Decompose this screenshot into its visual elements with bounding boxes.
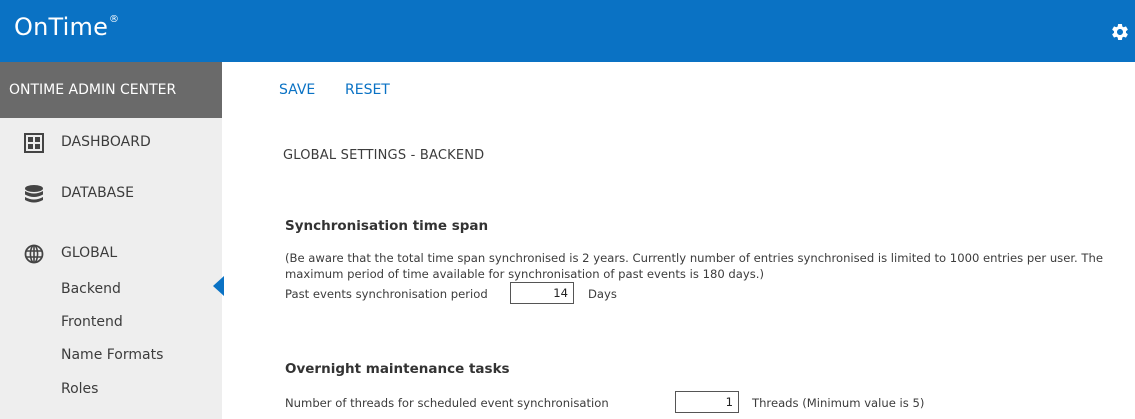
past-events-period-unit: Days [588,287,617,301]
maintenance-section-title: Overnight maintenance tasks [285,361,510,377]
sync-threads-label: Number of threads for scheduled event sy… [285,396,609,410]
reset-button[interactable]: RESET [345,82,390,98]
main-content: SAVE RESET GLOBAL SETTINGS - BACKEND Syn… [222,62,1135,419]
app-logo: OnTime® [14,13,119,41]
registered-mark: ® [109,14,120,25]
sidebar-item-dashboard[interactable]: DASHBOARD [0,126,222,160]
app-logo-text: OnTime [14,13,109,41]
sidebar-item-database[interactable]: DATABASE [0,177,222,211]
past-events-period-input[interactable] [510,282,574,304]
admin-center-header: ONTIME ADMIN CENTER [0,62,222,118]
page-title: GLOBAL SETTINGS - BACKEND [283,148,485,163]
sidebar: ONTIME ADMIN CENTER DASHBOARD DATABASE G… [0,62,224,419]
past-events-period-label: Past events synchronisation period [285,287,488,301]
sidebar-subitem-name-formats[interactable]: Name Formats [61,347,163,363]
sync-threads-input[interactable] [675,391,739,413]
sidebar-item-label: DASHBOARD [61,134,151,150]
dashboard-grid-icon [24,133,44,153]
sidebar-subitem-backend[interactable]: Backend [61,281,121,297]
top-bar: OnTime® [0,0,1135,62]
sidebar-subitem-frontend[interactable]: Frontend [61,314,123,330]
sync-section-title: Synchronisation time span [285,218,489,234]
sidebar-item-global[interactable]: GLOBAL [0,237,222,271]
save-button[interactable]: SAVE [279,82,315,98]
sidebar-item-label: GLOBAL [61,245,118,261]
sync-section-description: (Be aware that the total time span synch… [285,251,1103,281]
database-icon [25,185,43,203]
sidebar-item-label: DATABASE [61,185,134,201]
gear-icon[interactable] [1110,22,1130,42]
sidebar-subitem-roles[interactable]: Roles [61,381,98,397]
sync-threads-unit: Threads (Minimum value is 5) [752,396,925,410]
globe-icon [24,244,44,264]
